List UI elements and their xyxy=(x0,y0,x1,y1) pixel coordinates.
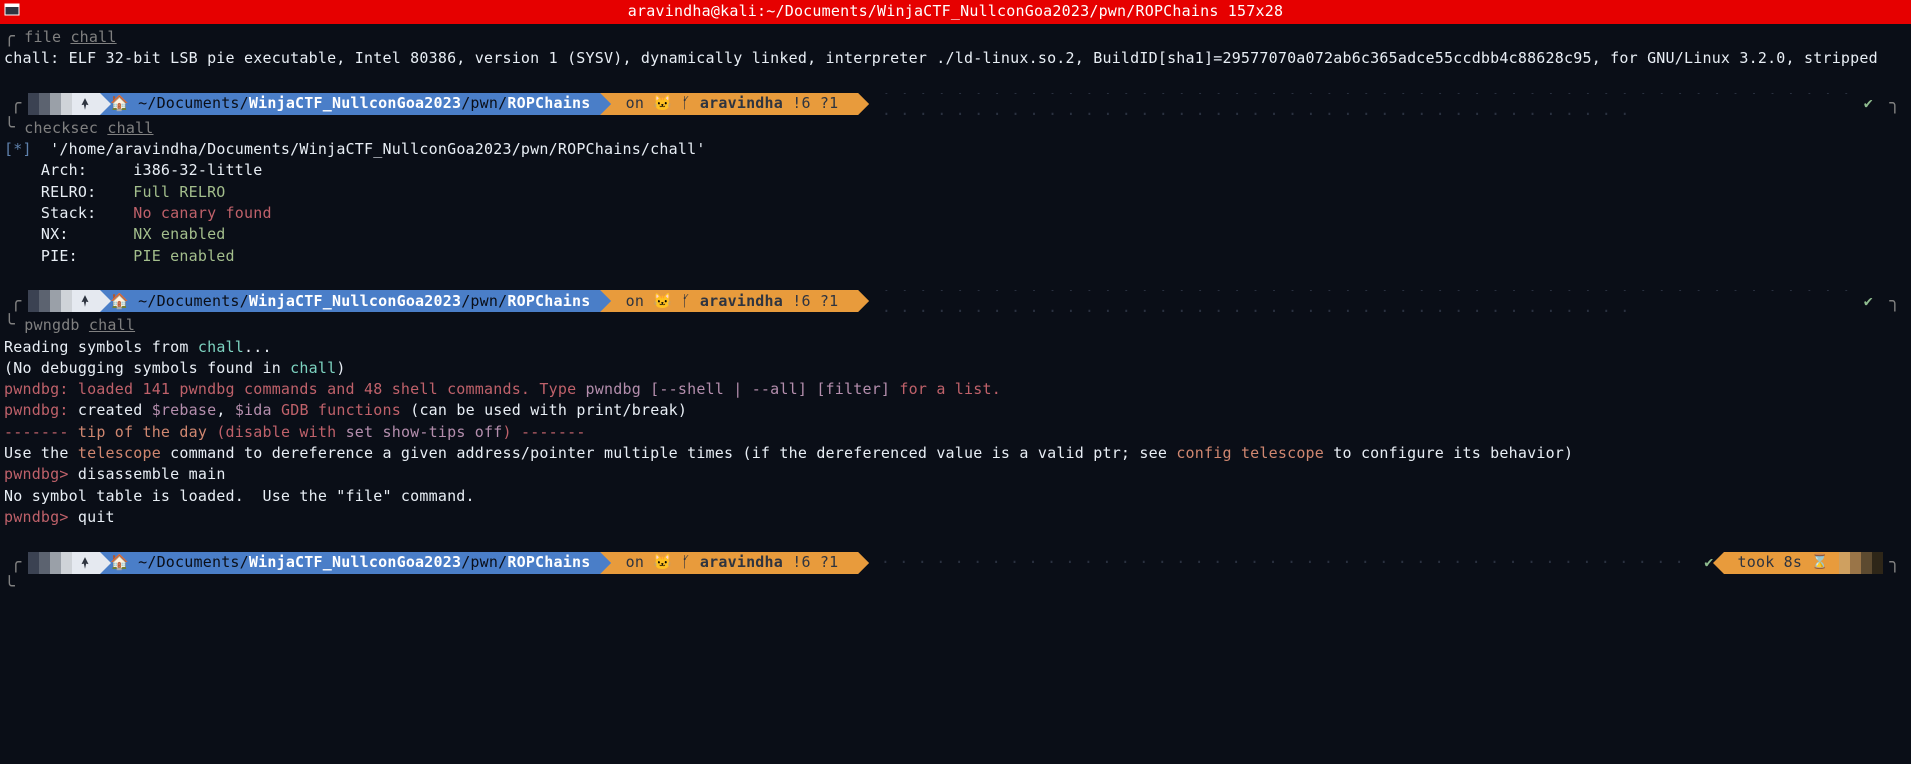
checksec-row: Arch: i386-32-little xyxy=(4,160,1907,181)
path-segment: 🏠 ~/Documents/WinjaCTF_NullconGoa2023/pw… xyxy=(100,93,600,115)
terminal[interactable]: ╭ file chall chall: ELF 32-bit LSB pie e… xyxy=(0,24,1911,598)
window-title: aravindha@kali:~/Documents/WinjaCTF_Null… xyxy=(628,1,1283,22)
os-logo-segment xyxy=(72,552,100,574)
output-line: chall: ELF 32-bit LSB pie executable, In… xyxy=(4,48,1907,69)
os-logo-segment xyxy=(72,93,100,115)
git-segment: on 🐱 ᚶ aravindha !6 ?1 xyxy=(600,290,857,312)
output-line: (No debugging symbols found in chall) xyxy=(4,358,1907,379)
pwndbg-prompt[interactable]: pwndbg> quit xyxy=(4,507,1907,528)
linux-icon xyxy=(78,97,92,111)
output-line: Use the telescope command to dereference… xyxy=(4,443,1907,464)
git-segment: on 🐱 ᚶ aravindha !6 ?1 xyxy=(600,93,857,115)
prompt-row: ╭ 🏠 ~/Documents/WinjaCTF_NullconGoa2023/… xyxy=(4,290,1907,312)
output-line: pwndbg: created $rebase, $ida GDB functi… xyxy=(4,400,1907,421)
fade-decoration xyxy=(28,93,72,115)
timing-segment: took 8s ⌛ xyxy=(1724,552,1840,574)
checksec-row: RELRO: Full RELRO xyxy=(4,182,1907,203)
prompt-input-line[interactable]: ╰ xyxy=(4,576,1907,598)
git-branch-icon: 🐱 ᚶ xyxy=(653,93,700,114)
window-icon xyxy=(4,2,20,18)
linux-icon xyxy=(78,294,92,308)
cmd-line: ╰ pwngdb chall xyxy=(4,314,1907,336)
os-logo-segment xyxy=(72,290,100,312)
checksec-row: Stack: No canary found xyxy=(4,203,1907,224)
cmd-line: ╭ file chall xyxy=(4,26,1907,48)
checksec-row: PIE: PIE enabled xyxy=(4,246,1907,267)
output-line: pwndbg: loaded 141 pwndbg commands and 4… xyxy=(4,379,1907,400)
separator-dots: · · · · · · · · · · · · · · · · · · · · … xyxy=(864,93,1854,115)
window-titlebar: aravindha@kali:~/Documents/WinjaCTF_Null… xyxy=(0,0,1911,24)
box-corner-icon: ╭ xyxy=(4,93,28,114)
box-corner-icon: ╮ xyxy=(1883,93,1907,114)
output-line: No symbol table is loaded. Use the "file… xyxy=(4,486,1907,507)
pwndbg-prompt[interactable]: pwndbg> disassemble main xyxy=(4,464,1907,485)
git-segment: on 🐱 ᚶ aravindha !6 ?1 xyxy=(600,552,857,574)
path-segment: 🏠 ~/Documents/WinjaCTF_NullconGoa2023/pw… xyxy=(100,290,600,312)
checksec-row: NX: NX enabled xyxy=(4,224,1907,245)
output-line: [*] '/home/aravindha/Documents/WinjaCTF_… xyxy=(4,139,1907,160)
output-line: Reading symbols from chall... xyxy=(4,337,1907,358)
hourglass-icon: ⌛ xyxy=(1811,552,1829,573)
linux-icon xyxy=(78,556,92,570)
status-check-icon: ✔ xyxy=(1854,291,1883,312)
info-marker: [*] xyxy=(4,140,32,158)
path-segment: 🏠 ~/Documents/WinjaCTF_NullconGoa2023/pw… xyxy=(100,552,600,574)
prompt-row: ╭ 🏠 ~/Documents/WinjaCTF_NullconGoa2023/… xyxy=(4,552,1907,574)
cmd-line: ╰ checksec chall xyxy=(4,117,1907,139)
status-check-icon: ✔ xyxy=(1854,93,1883,114)
prompt-row: ╭ 🏠 ~/Documents/WinjaCTF_NullconGoa2023/… xyxy=(4,93,1907,115)
output-line: ------- tip of the day (disable with set… xyxy=(4,422,1907,443)
